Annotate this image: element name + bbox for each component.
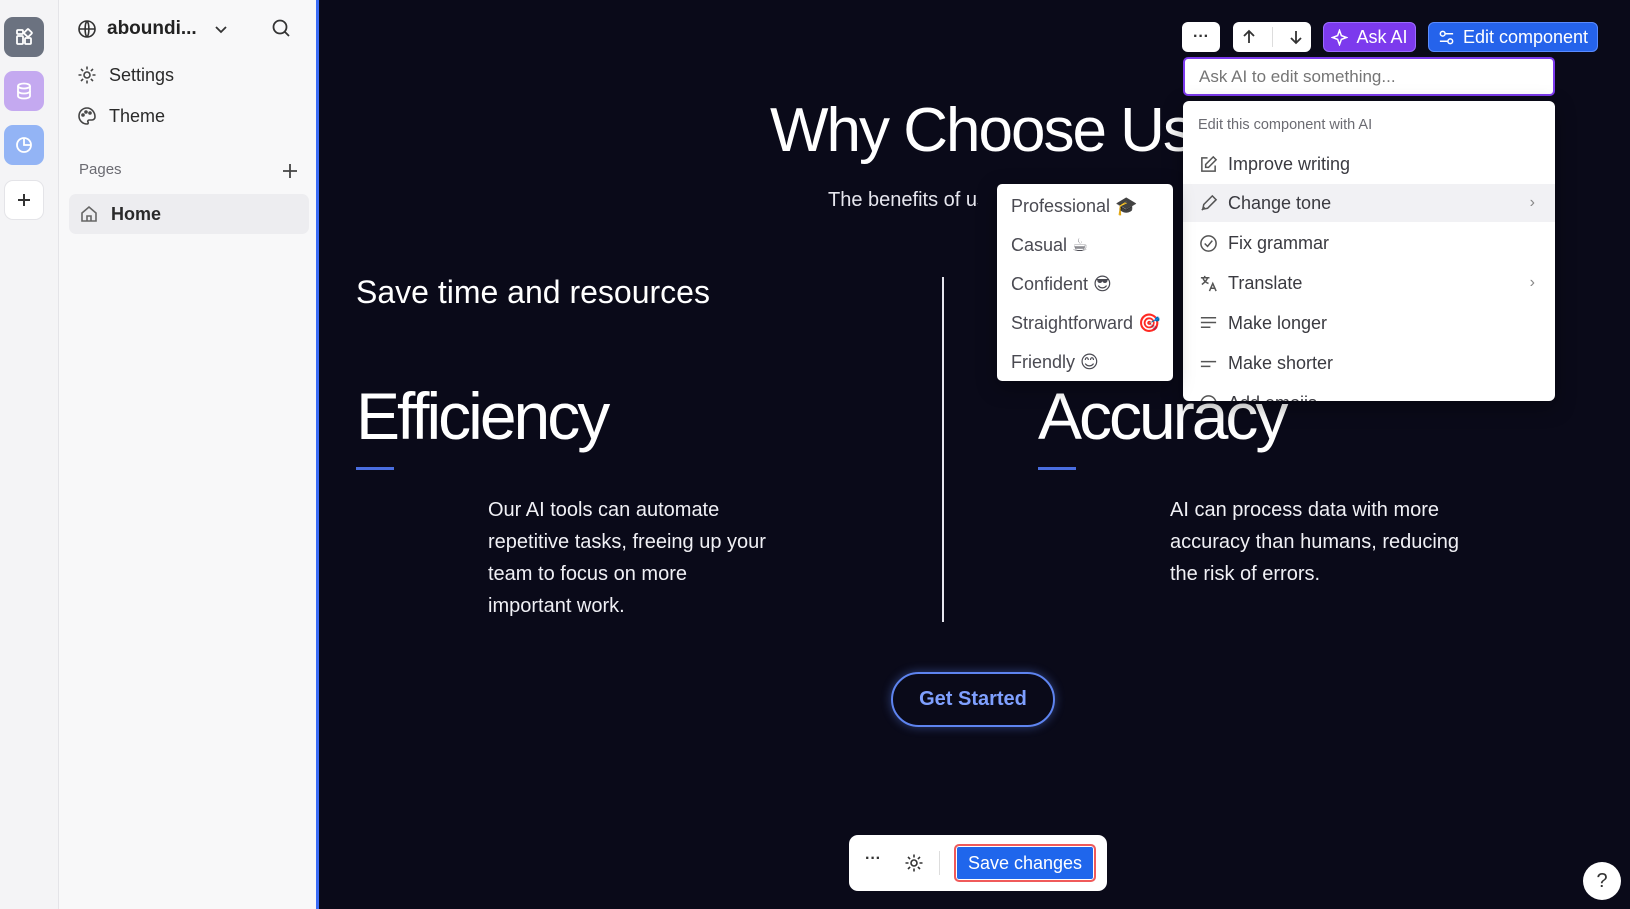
tone-option-confident[interactable]: Confident 😎: [997, 265, 1173, 303]
sidebar-item-settings[interactable]: Settings: [77, 58, 174, 92]
hero-subtitle[interactable]: The benefits of usi: [828, 189, 978, 212]
sidebar-item-label: Settings: [109, 64, 175, 85]
check-circle-icon: [1198, 233, 1218, 253]
save-changes-button[interactable]: Save changes: [954, 844, 1096, 882]
pages-section-label: Pages: [79, 161, 122, 178]
arrow-up-icon[interactable]: [1241, 29, 1257, 45]
menu-item-label: Improve writing: [1228, 153, 1351, 174]
tone-option-professional[interactable]: Professional 🎓: [997, 187, 1173, 225]
ellipsis-icon: ···: [1193, 28, 1209, 45]
pages-app-icon[interactable]: [4, 17, 44, 57]
ask-ai-input[interactable]: [1183, 57, 1555, 96]
sidebar-item-home[interactable]: Home: [69, 194, 309, 234]
sidebar-item-label: Theme: [109, 105, 166, 126]
home-icon: [81, 205, 97, 222]
menu-item-change-tone[interactable]: Change tone ›: [1183, 184, 1555, 222]
palette-icon: [78, 107, 96, 125]
tone-option-casual[interactable]: Casual ☕: [997, 226, 1173, 264]
add-page-icon[interactable]: [281, 162, 299, 180]
section-label[interactable]: Save time and resources: [356, 274, 710, 311]
ai-actions-menu: Edit this component with AI Improve writ…: [1183, 101, 1555, 401]
edit-component-button[interactable]: Edit component: [1428, 22, 1598, 52]
sidebar: aboundi... Settings Theme Pages Home: [59, 0, 319, 909]
icon-rail: [0, 0, 59, 909]
text-line: the risk of errors.: [1170, 563, 1321, 585]
smiley-icon: [1198, 393, 1218, 401]
sidebar-item-theme[interactable]: Theme: [77, 99, 165, 133]
menu-item-label: Fix grammar: [1228, 232, 1330, 253]
bottom-action-bar: ··· Save changes: [849, 835, 1107, 891]
more-options-button[interactable]: ···: [865, 850, 881, 868]
text-line: important work.: [488, 595, 625, 617]
more-options-button[interactable]: ···: [1182, 22, 1220, 52]
globe-icon: [78, 20, 96, 38]
chevron-down-icon: [215, 26, 227, 34]
menu-item-make-shorter[interactable]: Make shorter: [1183, 344, 1555, 382]
get-started-button[interactable]: Get Started: [891, 672, 1055, 727]
search-icon[interactable]: [271, 18, 291, 38]
text-line: repetitive tasks, freeing up your: [488, 531, 766, 553]
title-underline: [356, 467, 394, 470]
text-line: Our AI tools can automate: [488, 499, 720, 521]
menu-item-label: Change tone: [1228, 192, 1332, 213]
pencil-square-icon: [1198, 154, 1218, 174]
translate-icon: [1198, 273, 1218, 293]
separator: [939, 851, 940, 875]
sliders-icon: [1439, 30, 1454, 44]
text-line: team to focus on more: [488, 563, 687, 585]
analytics-icon[interactable]: [4, 125, 44, 165]
menu-item-improve-writing[interactable]: Improve writing: [1183, 145, 1555, 183]
column-text-efficiency[interactable]: Our AI tools can automate repetitive tas…: [488, 494, 766, 622]
chevron-right-icon: ›: [1529, 274, 1535, 291]
add-app-button[interactable]: [4, 180, 44, 220]
menu-item-fix-grammar[interactable]: Fix grammar: [1183, 224, 1555, 262]
menu-item-make-longer[interactable]: Make longer: [1183, 304, 1555, 342]
menu-item-label: Make longer: [1228, 312, 1328, 333]
gear-icon: [78, 66, 96, 84]
menu-item-label: Translate: [1228, 272, 1303, 293]
menu-header: Edit this component with AI: [1198, 117, 1373, 133]
menu-item-label: Add emojis: [1228, 393, 1317, 402]
text-line: AI can process data with more: [1170, 499, 1440, 521]
column-text-accuracy[interactable]: AI can process data with more accuracy t…: [1170, 494, 1459, 590]
column-title-efficiency[interactable]: Efficiency: [356, 378, 610, 454]
sparkle-icon: [1331, 28, 1349, 46]
site-name: aboundi...: [107, 18, 197, 39]
menu-item-label: Make shorter: [1228, 352, 1334, 373]
ask-ai-button[interactable]: Ask AI: [1323, 22, 1416, 52]
edit-component-label: Edit component: [1462, 26, 1589, 47]
align-left-icon: [1198, 313, 1218, 333]
menu-item-add-emojis[interactable]: Add emojis: [1183, 384, 1555, 401]
menu-item-translate[interactable]: Translate ›: [1183, 264, 1555, 302]
database-icon[interactable]: [4, 71, 44, 111]
move-controls: [1233, 22, 1311, 52]
title-underline: [1038, 467, 1076, 470]
hero-title[interactable]: Why Choose Us: [770, 95, 1194, 166]
separator: [1271, 27, 1273, 47]
chevron-right-icon: ›: [1529, 194, 1535, 211]
column-divider: [942, 277, 944, 622]
ask-ai-label: Ask AI: [1356, 26, 1408, 47]
sidebar-item-label: Home: [111, 203, 162, 224]
short-lines-icon: [1198, 353, 1218, 373]
tone-option-friendly[interactable]: Friendly 😊: [997, 343, 1173, 381]
tone-option-straightforward[interactable]: Straightforward 🎯: [997, 304, 1173, 342]
gear-icon[interactable]: [904, 853, 924, 873]
tone-submenu: Professional 🎓 Casual ☕ Confident 😎 Stra…: [997, 184, 1173, 381]
text-line: accuracy than humans, reducing: [1170, 531, 1460, 553]
arrow-down-icon[interactable]: [1288, 29, 1304, 45]
pen-nib-icon: [1198, 193, 1218, 213]
help-button[interactable]: ?: [1583, 862, 1621, 900]
app: aboundi... Settings Theme Pages Home Why…: [0, 0, 1630, 909]
